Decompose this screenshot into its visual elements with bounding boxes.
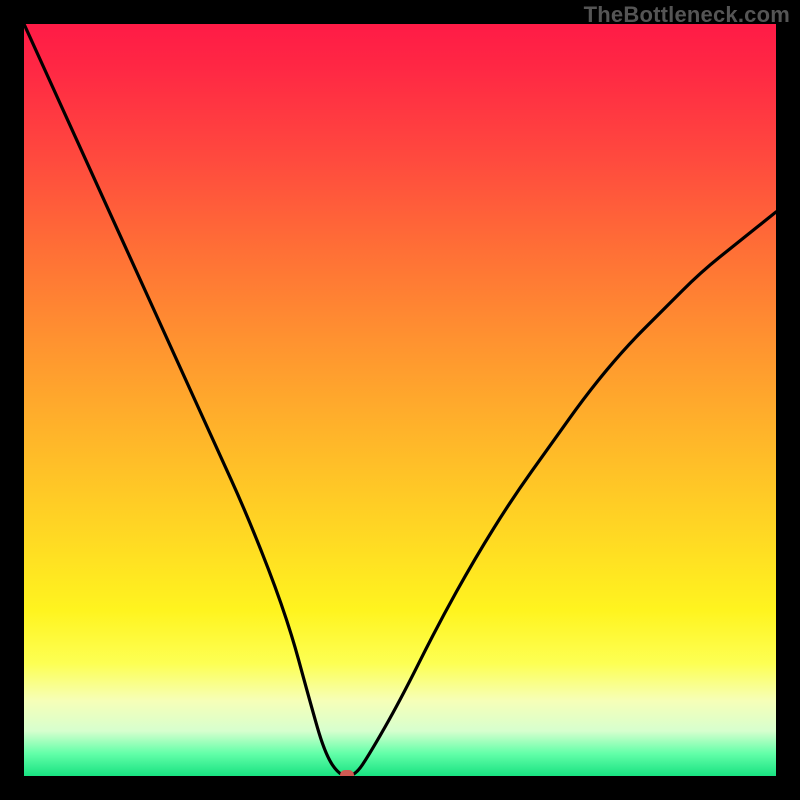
bottleneck-curve-path xyxy=(24,24,776,776)
chart-frame: TheBottleneck.com xyxy=(0,0,800,800)
plot-area xyxy=(24,24,776,776)
optimum-marker xyxy=(340,770,354,776)
curve-svg xyxy=(24,24,776,776)
watermark-text: TheBottleneck.com xyxy=(584,2,790,28)
